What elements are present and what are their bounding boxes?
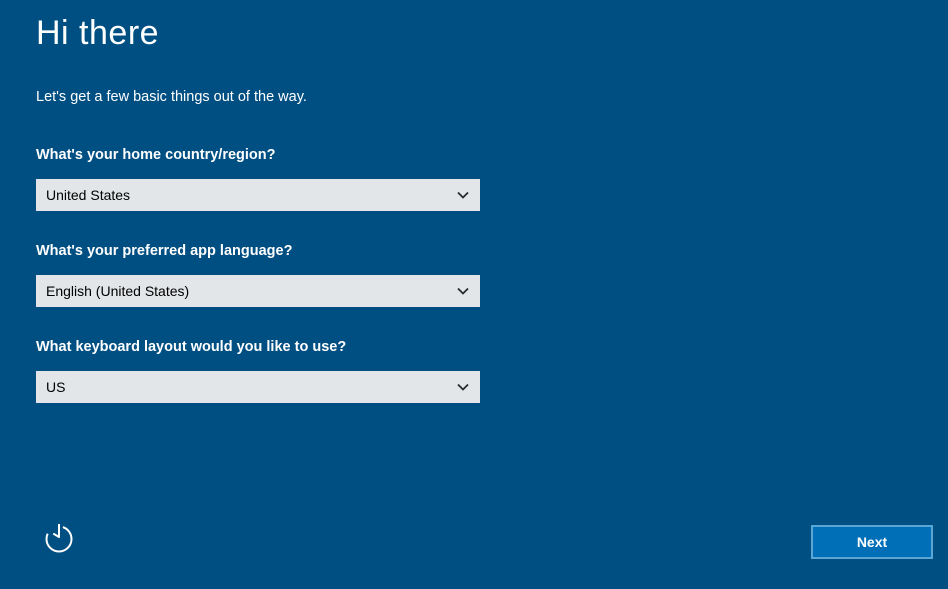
language-field-group: What's your preferred app language? Engl…: [36, 243, 912, 307]
country-label: What's your home country/region?: [36, 147, 912, 163]
page-title: Hi there: [36, 14, 912, 53]
chevron-down-icon: [456, 284, 470, 298]
language-dropdown-value: English (United States): [46, 283, 456, 299]
country-field-group: What's your home country/region? United …: [36, 147, 912, 211]
keyboard-label: What keyboard layout would you like to u…: [36, 339, 912, 355]
page-subtitle: Let's get a few basic things out of the …: [36, 89, 912, 105]
chevron-down-icon: [456, 188, 470, 202]
language-dropdown[interactable]: English (United States): [36, 275, 480, 307]
footer: Next: [0, 524, 948, 559]
keyboard-field-group: What keyboard layout would you like to u…: [36, 339, 912, 403]
ease-of-access-icon: [44, 524, 74, 559]
keyboard-dropdown[interactable]: US: [36, 371, 480, 403]
country-dropdown[interactable]: United States: [36, 179, 480, 211]
next-button[interactable]: Next: [812, 526, 932, 558]
keyboard-dropdown-value: US: [46, 379, 456, 395]
country-dropdown-value: United States: [46, 187, 456, 203]
ease-of-access-button[interactable]: [44, 524, 74, 559]
language-label: What's your preferred app language?: [36, 243, 912, 259]
chevron-down-icon: [456, 380, 470, 394]
